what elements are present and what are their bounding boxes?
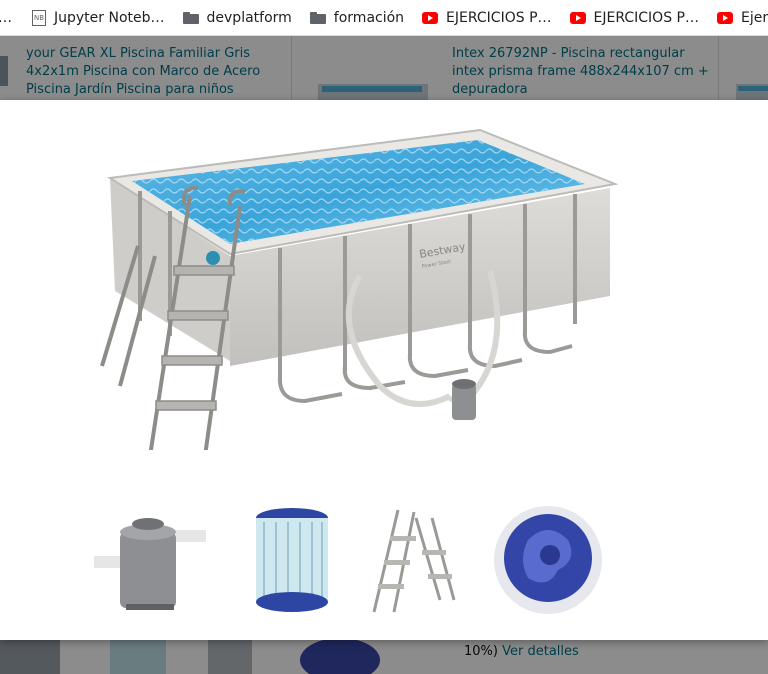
bookmark-ejercicios-1[interactable]: EJERCICIOS P… <box>422 9 552 26</box>
folder-icon <box>182 11 199 24</box>
bookmark-devplatform[interactable]: devplatform <box>182 9 292 26</box>
bookmark-label: Jupyter Noteb… <box>54 9 165 26</box>
bookmark-ejercicios-3[interactable]: Ejer <box>716 9 768 26</box>
bookmark-label: EJERCICIOS P… <box>446 9 552 26</box>
thumbnail-filter-pump[interactable] <box>90 500 210 620</box>
bookmark-formacion[interactable]: formación <box>309 9 405 26</box>
pool-main-image: Bestway Power Steel <box>100 128 619 450</box>
bookmark-jupyter[interactable]: NB Jupyter Noteb… <box>32 9 165 26</box>
bookmarks-bar: … NB Jupyter Noteb… devplatform formació… <box>0 0 768 36</box>
youtube-icon <box>569 11 586 24</box>
youtube-icon <box>422 11 439 24</box>
bookmark-ejercicios-2[interactable]: EJERCICIOS P… <box>569 9 699 26</box>
thumbnail-strip <box>90 500 610 620</box>
bookmark-truncated[interactable]: … <box>0 10 12 26</box>
notebook-icon: NB <box>32 9 46 26</box>
youtube-icon <box>716 11 733 24</box>
thumbnail-filter-cartridge[interactable] <box>232 500 352 620</box>
bookmark-label: EJERCICIOS P… <box>593 9 699 26</box>
folder-icon <box>309 11 326 24</box>
bookmark-label: formación <box>333 9 405 26</box>
bookmark-label: … <box>0 10 12 26</box>
bookmark-label: devplatform <box>206 9 292 26</box>
image-gallery-modal: Bestway Power Steel <box>0 100 768 640</box>
thumbnail-pool-ladder[interactable] <box>354 500 474 620</box>
thumbnail-chemical-dispenser[interactable] <box>488 500 608 620</box>
bookmark-label: Ejer <box>740 9 768 26</box>
